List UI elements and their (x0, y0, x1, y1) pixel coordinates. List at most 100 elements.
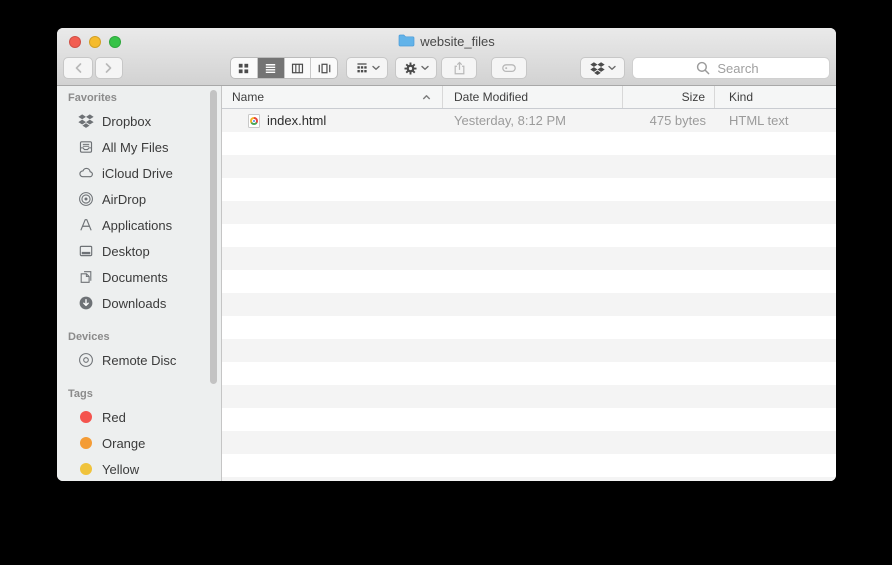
documents-icon (78, 269, 94, 285)
empty-row (222, 477, 836, 481)
file-size-cell: 475 bytes (623, 113, 715, 128)
sidebar-scrollbar[interactable] (210, 90, 217, 384)
sidebar: FavoritesDropboxAll My FilesiCloud Drive… (57, 86, 222, 481)
sidebar-item-label: iCloud Drive (102, 166, 173, 181)
empty-row (222, 155, 836, 178)
view-segment-column-view[interactable] (285, 58, 312, 78)
sidebar-item-desktop[interactable]: Desktop (57, 238, 221, 264)
sidebar-item-label: Downloads (102, 296, 166, 311)
sidebar-item-applications[interactable]: Applications (57, 212, 221, 238)
sidebar-item-dropbox[interactable]: Dropbox (57, 108, 221, 134)
icon-view-icon (236, 61, 251, 76)
sidebar-section-favorites: FavoritesDropboxAll My FilesiCloud Drive… (57, 92, 221, 316)
tag-color-dot (80, 437, 92, 449)
tag-color-dot (80, 411, 92, 423)
sidebar-item-label: Yellow (102, 462, 139, 477)
file-date-cell: Yesterday, 8:12 PM (443, 113, 623, 128)
column-header-kind[interactable]: Kind (715, 86, 836, 108)
empty-row (222, 339, 836, 362)
sidebar-item-orange[interactable]: Orange (57, 430, 221, 456)
file-name-cell: index.html (222, 113, 443, 128)
sidebar-item-label: Orange (102, 436, 145, 451)
sidebar-item-label: Dropbox (102, 114, 151, 129)
gear-icon (403, 61, 418, 76)
sidebar-item-label: Remote Disc (102, 353, 176, 368)
arrange-button[interactable] (346, 57, 388, 79)
forward-button[interactable] (95, 57, 123, 79)
window-chrome: website_files (57, 28, 836, 86)
tag-button[interactable] (491, 57, 527, 79)
view-segment-icon-view[interactable] (231, 58, 258, 78)
sidebar-item-documents[interactable]: Documents (57, 264, 221, 290)
all-my-files-icon (78, 139, 94, 155)
sidebar-item-remote-disc[interactable]: Remote Disc (57, 347, 221, 373)
empty-row (222, 408, 836, 431)
chevron-down-icon (421, 65, 429, 71)
search-field-wrap (632, 57, 830, 79)
sidebar-item-label: Applications (102, 218, 172, 233)
view-segment-coverflow-view[interactable] (311, 58, 337, 78)
sidebar-section-header: Devices (68, 331, 221, 343)
sidebar-item-red[interactable]: Red (57, 404, 221, 430)
sidebar-item-all-my-files[interactable]: All My Files (57, 134, 221, 160)
column-view-icon (290, 61, 305, 76)
html-file-icon (248, 114, 260, 128)
sidebar-item-icloud-drive[interactable]: iCloud Drive (57, 160, 221, 186)
file-name: index.html (267, 113, 326, 128)
search-input[interactable] (632, 57, 830, 79)
chevron-down-icon (608, 65, 616, 71)
column-label: Name (232, 90, 264, 104)
column-header-date-modified[interactable]: Date Modified (443, 86, 623, 108)
applications-icon (78, 217, 94, 233)
empty-row (222, 316, 836, 339)
window-title: website_files (57, 28, 836, 55)
empty-row (222, 224, 836, 247)
share-button[interactable] (441, 57, 477, 79)
column-header-name[interactable]: Name (222, 86, 443, 108)
sidebar-item-airdrop[interactable]: AirDrop (57, 186, 221, 212)
finder-window: website_files (57, 28, 836, 481)
sidebar-section-devices: Devices Remote Disc (57, 331, 221, 373)
list-view-icon (263, 61, 278, 76)
sidebar-item-label: AirDrop (102, 192, 146, 207)
empty-row (222, 132, 836, 155)
window-title-text: website_files (420, 34, 494, 49)
chevron-left-icon (71, 61, 85, 75)
downloads-icon (78, 295, 94, 311)
toolbar (57, 57, 836, 83)
desktop-background: website_files (0, 0, 892, 565)
empty-row (222, 385, 836, 408)
list-header: Name Date Modified Size Kind (222, 86, 836, 109)
sidebar-item-label: Desktop (102, 244, 150, 259)
desktop-icon (78, 243, 94, 259)
empty-row (222, 270, 836, 293)
sidebar-item-downloads[interactable]: Downloads (57, 290, 221, 316)
coverflow-view-icon (317, 61, 332, 76)
empty-row (222, 362, 836, 385)
folder-icon (398, 33, 415, 50)
file-list: Name Date Modified Size Kind index.html Y… (222, 86, 836, 481)
tag-icon (501, 60, 517, 76)
list-rows: index.html Yesterday, 8:12 PM475 bytesHTM… (222, 109, 836, 481)
icloud-drive-icon (78, 165, 94, 181)
file-kind-cell: HTML text (715, 113, 836, 128)
empty-row (222, 431, 836, 454)
chevron-down-icon (372, 65, 380, 71)
column-label: Kind (729, 90, 753, 104)
tag-color-dot (80, 463, 92, 475)
view-segment-list-view[interactable] (258, 58, 285, 78)
sidebar-item-yellow[interactable]: Yellow (57, 456, 221, 481)
back-button[interactable] (63, 57, 93, 79)
sidebar-item-label: All My Files (102, 140, 168, 155)
sidebar-section-tags: TagsRedOrangeYellow (57, 388, 221, 481)
airdrop-icon (78, 191, 94, 207)
empty-row (222, 293, 836, 316)
column-header-size[interactable]: Size (623, 86, 715, 108)
column-label: Size (682, 90, 705, 104)
column-label: Date Modified (454, 90, 528, 104)
dropbox-toolbar-button[interactable] (580, 57, 625, 79)
empty-row (222, 201, 836, 224)
chevron-right-icon (102, 61, 116, 75)
action-button[interactable] (395, 57, 437, 79)
file-row-index.html[interactable]: index.html Yesterday, 8:12 PM475 bytesHTM… (222, 109, 836, 132)
